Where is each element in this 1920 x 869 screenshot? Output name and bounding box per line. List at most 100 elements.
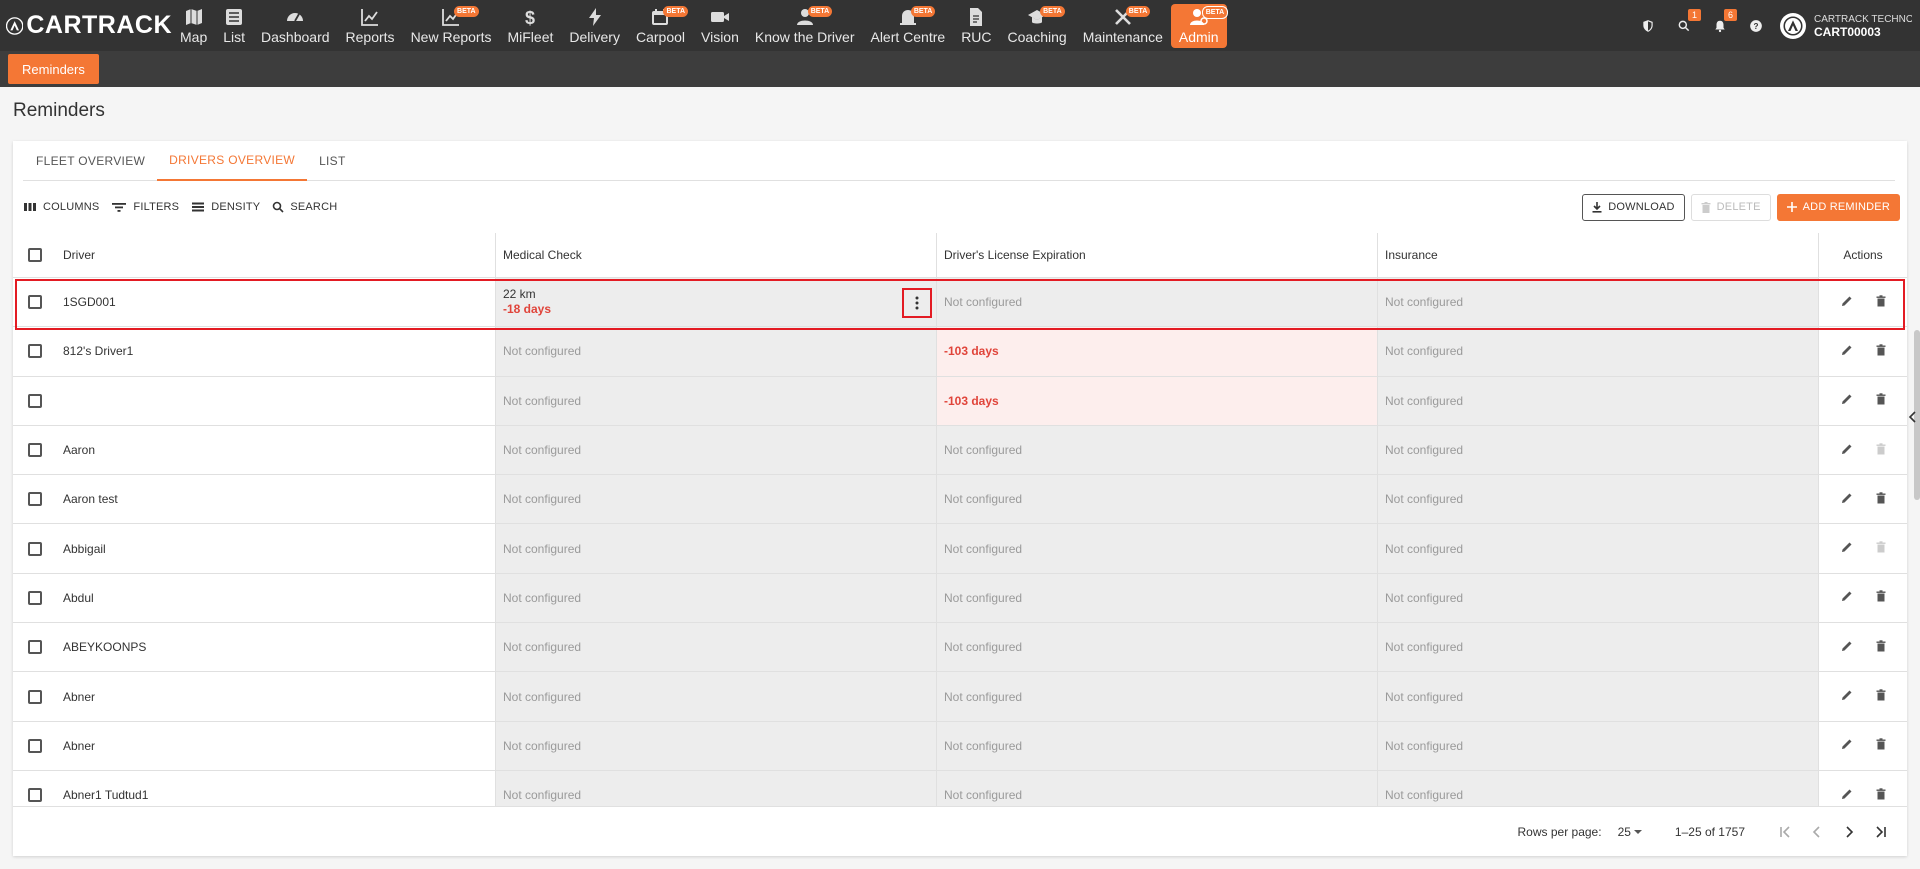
delete-trash-icon[interactable]: [1876, 344, 1886, 359]
notifications-bell-icon[interactable]: 6: [1702, 0, 1738, 51]
tab-fleet-overview[interactable]: FLEET OVERVIEW: [23, 141, 157, 181]
nav-item-alert-centre[interactable]: Alert Centre BETA: [862, 4, 953, 48]
cell-med[interactable]: Not configured: [496, 573, 937, 623]
row-checkbox[interactable]: [28, 788, 42, 803]
cartrack-logo[interactable]: CARTRACK: [0, 0, 172, 51]
delete-trash-icon[interactable]: [1876, 541, 1886, 556]
cell-lic[interactable]: Not configured: [937, 721, 1378, 770]
cell-med[interactable]: Not configured: [496, 672, 937, 721]
column-header-medical-check[interactable]: Medical Check: [496, 233, 937, 277]
filters-button[interactable]: FILTERS: [111, 201, 179, 213]
row-checkbox[interactable]: [28, 640, 42, 655]
edit-pencil-icon[interactable]: [1841, 344, 1853, 359]
delete-trash-icon[interactable]: [1876, 393, 1886, 408]
cell-ins[interactable]: Not configured: [1378, 425, 1819, 475]
cell-med[interactable]: Not configured: [496, 721, 937, 770]
edit-pencil-icon[interactable]: [1841, 738, 1853, 753]
chevron-left-icon[interactable]: [1908, 410, 1918, 424]
nav-item-ruc[interactable]: RUC: [953, 4, 999, 48]
nav-item-vision[interactable]: Vision: [693, 4, 747, 48]
cell-ins[interactable]: Not configured: [1378, 623, 1819, 672]
table-row[interactable]: Aaron Not configured Not configured Not con…: [13, 425, 1907, 476]
cell-med[interactable]: Not configured: [496, 376, 937, 425]
table-row[interactable]: Abbigail Not configured Not configured Not …: [13, 524, 1907, 574]
table-row[interactable]: Aaron test Not configured Not configured No…: [13, 475, 1907, 525]
cell-ins[interactable]: Not configured: [1378, 327, 1819, 376]
cell-lic[interactable]: Not configured: [937, 475, 1378, 524]
cell-ins[interactable]: Not configured: [1378, 376, 1819, 425]
delete-trash-icon[interactable]: [1876, 442, 1886, 458]
tab-drivers-overview[interactable]: DRIVERS OVERVIEW: [157, 141, 308, 181]
shield-icon[interactable]: [1630, 0, 1666, 51]
next-page-button[interactable]: [1833, 825, 1865, 839]
column-header-license-expiration[interactable]: Driver's License Expiration: [937, 233, 1378, 277]
cell-med[interactable]: Not configured: [496, 623, 937, 672]
nav-item-list[interactable]: List: [215, 4, 253, 48]
edit-pencil-icon[interactable]: [1841, 443, 1853, 458]
cell-med[interactable]: Not configured: [496, 475, 937, 524]
nav-item-map[interactable]: Map: [172, 4, 215, 48]
nav-item-mifleet[interactable]: $ MiFleet: [499, 4, 561, 48]
delete-button[interactable]: DELETE: [1690, 193, 1771, 221]
delete-trash-icon[interactable]: [1876, 590, 1886, 605]
cell-lic[interactable]: Not configured: [937, 524, 1378, 573]
table-row[interactable]: Abdul Not configured Not configured Not con…: [13, 573, 1907, 624]
edit-pencil-icon[interactable]: [1841, 393, 1853, 408]
columns-button[interactable]: COLUMNS: [23, 201, 99, 213]
row-checkbox[interactable]: [28, 295, 42, 310]
delete-trash-icon[interactable]: [1876, 689, 1886, 704]
row-checkbox[interactable]: [28, 344, 42, 359]
download-button[interactable]: DOWNLOAD: [1582, 193, 1685, 221]
cell-ins[interactable]: Not configured: [1378, 573, 1819, 623]
nav-item-new-reports[interactable]: New Reports BETA: [403, 4, 500, 48]
search-vehicle-icon[interactable]: 1: [1666, 0, 1702, 51]
cell-lic[interactable]: Not configured: [937, 278, 1378, 327]
cell-med[interactable]: Not configured: [496, 524, 937, 573]
search-button[interactable]: SEARCH: [272, 201, 337, 213]
cell-med[interactable]: Not configured: [496, 327, 937, 376]
nav-item-reports[interactable]: Reports: [338, 4, 403, 48]
edit-pencil-icon[interactable]: [1841, 492, 1853, 507]
edit-pencil-icon[interactable]: [1841, 689, 1853, 704]
delete-trash-icon[interactable]: [1876, 787, 1886, 803]
row-checkbox[interactable]: [28, 393, 42, 408]
cell-lic[interactable]: Not configured: [937, 425, 1378, 475]
nav-item-admin[interactable]: Admin BETA: [1170, 3, 1229, 48]
cell-lic[interactable]: Not configured: [937, 573, 1378, 623]
nav-item-carpool[interactable]: Carpool BETA: [628, 4, 693, 48]
select-all-checkbox[interactable]: [28, 248, 42, 262]
table-row[interactable]: Not configured -103 days Not configured: [13, 376, 1907, 426]
edit-pencil-icon[interactable]: [1841, 590, 1853, 605]
column-header-driver[interactable]: Driver: [57, 233, 496, 277]
cell-lic[interactable]: -103 days: [937, 327, 1378, 376]
cell-ins[interactable]: Not configured: [1378, 672, 1819, 721]
table-row[interactable]: Abner Not configured Not configured Not con…: [13, 721, 1907, 771]
row-checkbox[interactable]: [28, 590, 42, 605]
nav-item-dashboard[interactable]: Dashboard: [253, 4, 338, 48]
edit-pencil-icon[interactable]: [1841, 640, 1853, 655]
edit-pencil-icon[interactable]: [1841, 295, 1853, 310]
nav-item-know-the-driver[interactable]: Know the Driver BETA: [747, 4, 863, 48]
help-icon[interactable]: ?: [1738, 0, 1774, 51]
more-options-button[interactable]: [902, 288, 932, 318]
first-page-button[interactable]: [1769, 825, 1801, 839]
row-checkbox[interactable]: [28, 738, 42, 753]
rows-per-page-select[interactable]: 25: [1618, 825, 1645, 839]
row-checkbox[interactable]: [28, 492, 42, 507]
row-checkbox[interactable]: [28, 689, 42, 704]
nav-item-maintenance[interactable]: Maintenance BETA: [1075, 4, 1171, 48]
edit-pencil-icon[interactable]: [1841, 541, 1853, 556]
table-row[interactable]: 812's Driver1 Not configured -103 days Not …: [13, 327, 1907, 377]
row-checkbox[interactable]: [28, 541, 42, 556]
cell-lic[interactable]: Not configured: [937, 672, 1378, 721]
row-checkbox[interactable]: [28, 443, 42, 458]
table-row[interactable]: ABEYKOONPS Not configured Not configured No…: [13, 623, 1907, 673]
cell-ins[interactable]: Not configured: [1378, 475, 1819, 524]
tab-list[interactable]: LIST: [307, 141, 358, 181]
table-row[interactable]: 1SGD001 22 km -18 days Not configured Not co…: [13, 278, 1907, 328]
previous-page-button[interactable]: [1801, 825, 1833, 839]
account-menu[interactable]: CARTRACK TECHNOL... CART00003: [1780, 12, 1912, 39]
cell-lic[interactable]: -103 days: [937, 376, 1378, 425]
cell-lic[interactable]: Not configured: [937, 623, 1378, 672]
cell-medical[interactable]: 22 km -18 days: [496, 278, 937, 327]
